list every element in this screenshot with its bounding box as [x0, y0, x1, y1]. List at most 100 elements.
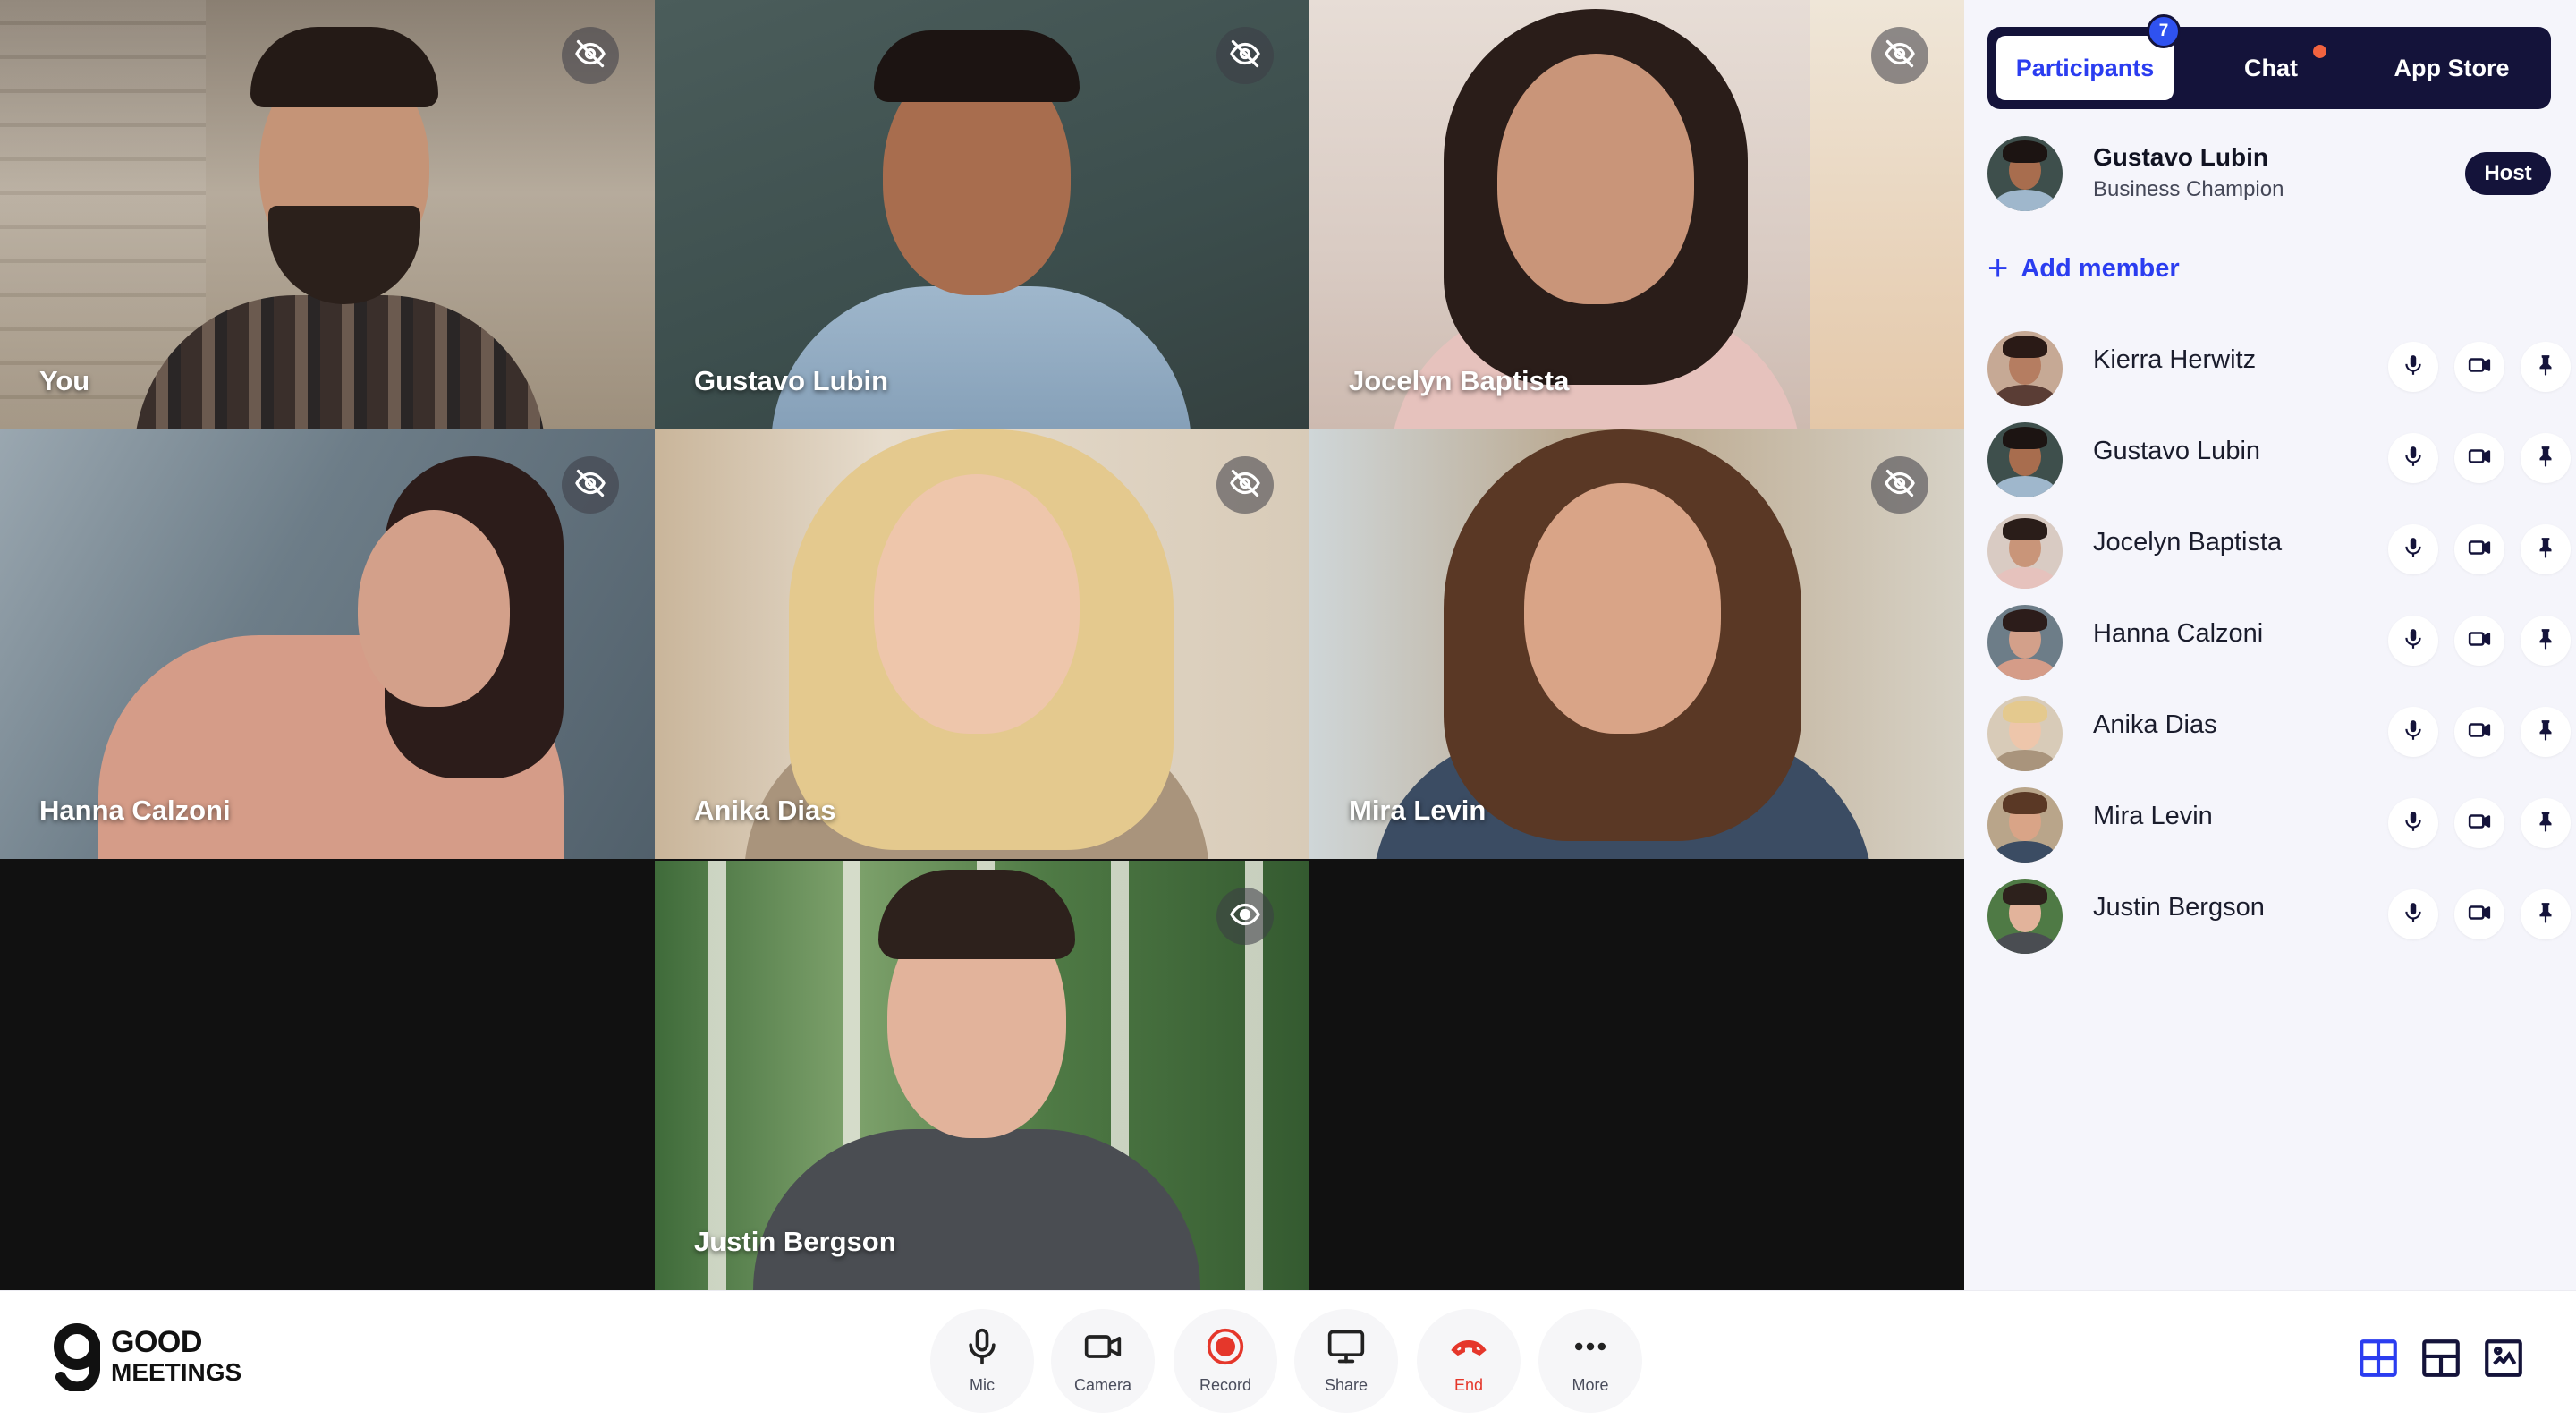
bottom-toolbar: GOOD MEETINGS Mic Camera Record Share En…: [0, 1290, 2576, 1428]
tab-label: App Store: [2394, 54, 2510, 81]
mic-icon: [2402, 445, 2425, 472]
participant-row[interactable]: Jocelyn Baptista: [1987, 505, 2571, 596]
participant-camera-button[interactable]: [2454, 616, 2504, 666]
fullscreen-layout-icon: [2481, 1336, 2526, 1385]
visibility-toggle-button[interactable]: [1871, 456, 1928, 514]
host-badge: Host: [2465, 152, 2551, 195]
mic-icon: [2402, 810, 2425, 837]
video-tile-justin-bergson[interactable]: Justin Bergson: [655, 861, 1309, 1290]
speaker-layout-button[interactable]: [2415, 1334, 2467, 1386]
camera-icon: [2468, 536, 2491, 564]
participant-row[interactable]: Kierra Herwitz: [1987, 322, 2571, 413]
avatar: [1987, 879, 2063, 954]
avatar: [1987, 787, 2063, 863]
camera-button[interactable]: Camera: [1051, 1309, 1155, 1413]
participant-mic-button[interactable]: [2388, 616, 2438, 666]
participant-pin-button[interactable]: [2521, 616, 2571, 666]
participant-mic-button[interactable]: [2388, 889, 2438, 939]
participant-pin-button[interactable]: [2521, 342, 2571, 392]
video-tile-hanna-calzoni[interactable]: Hanna Calzoni: [0, 429, 655, 859]
eye-icon: [1229, 898, 1261, 935]
avatar: [1987, 422, 2063, 497]
eye-off-icon: [574, 467, 606, 504]
host-name: Gustavo Lubin: [2093, 143, 2268, 171]
video-tile-jocelyn-baptista[interactable]: Jocelyn Baptista: [1309, 0, 1964, 429]
participant-row[interactable]: Anika Dias: [1987, 687, 2571, 778]
visibility-toggle-button[interactable]: [1871, 27, 1928, 84]
add-member-label: Add member: [2021, 253, 2180, 283]
participant-name: Hanna Calzoni: [2093, 619, 2264, 648]
tab-participants[interactable]: Participants: [1996, 36, 2174, 100]
participant-name: Gustavo Lubin: [2093, 437, 2261, 465]
participant-camera-button[interactable]: [2454, 707, 2504, 757]
end-call-button[interactable]: End: [1417, 1309, 1521, 1413]
add-member-button[interactable]: + Add member: [1987, 249, 2180, 288]
avatar: [1987, 514, 2063, 589]
logo-line-1: GOOD: [111, 1325, 202, 1359]
app-logo: GOOD MEETINGS: [52, 1323, 242, 1393]
participant-camera-button[interactable]: [2454, 342, 2504, 392]
participant-list: Kierra Herwitz Gustavo Lubin Jocelyn Bapti…: [1987, 322, 2571, 961]
video-tile-anika-dias[interactable]: Anika Dias: [655, 429, 1309, 859]
eye-off-icon: [1884, 467, 1916, 504]
participant-name: Jocelyn Baptista: [2093, 528, 2283, 557]
participant-row[interactable]: Mira Levin: [1987, 778, 2571, 870]
participant-pin-button[interactable]: [2521, 433, 2571, 483]
participant-mic-button[interactable]: [2388, 433, 2438, 483]
participant-row[interactable]: Hanna Calzoni: [1987, 596, 2571, 687]
participant-camera-button[interactable]: [2454, 798, 2504, 848]
participant-pin-button[interactable]: [2521, 798, 2571, 848]
participant-row[interactable]: Justin Bergson: [1987, 870, 2571, 961]
screen-share-icon: [1326, 1327, 1366, 1371]
tab-label: Participants: [2015, 54, 2155, 81]
tab-chat[interactable]: Chat: [2195, 36, 2347, 100]
mic-icon: [2402, 718, 2425, 746]
participant-camera-button[interactable]: [2454, 524, 2504, 574]
tab-app-store[interactable]: App Store: [2361, 36, 2542, 100]
participant-mic-button[interactable]: [2388, 524, 2438, 574]
video-tile-gustavo-lubin[interactable]: Gustavo Lubin: [655, 0, 1309, 429]
host-role: Business Champion: [2093, 177, 2284, 201]
panel-tabs: Participants 7 Chat App Store: [1987, 14, 2551, 109]
control-label: Camera: [1073, 1376, 1132, 1394]
logo-text: GOOD MEETINGS: [111, 1327, 242, 1388]
pin-icon: [2534, 536, 2557, 564]
participant-mic-button[interactable]: [2388, 798, 2438, 848]
participant-camera-button[interactable]: [2454, 433, 2504, 483]
record-button[interactable]: Record: [1174, 1309, 1277, 1413]
pin-icon: [2534, 627, 2557, 655]
visibility-toggle-button[interactable]: [1216, 27, 1274, 84]
tile-name-label: You: [39, 365, 90, 396]
visibility-toggle-button[interactable]: [562, 456, 619, 514]
pin-icon: [2534, 901, 2557, 929]
participant-pin-button[interactable]: [2521, 524, 2571, 574]
participant-row[interactable]: Gustavo Lubin: [1987, 413, 2571, 505]
participant-pin-button[interactable]: [2521, 889, 2571, 939]
participant-name: Anika Dias: [2093, 710, 2217, 739]
eye-off-icon: [1229, 467, 1261, 504]
mic-icon: [2402, 536, 2425, 564]
tile-name-label: Justin Bergson: [694, 1226, 896, 1257]
share-button[interactable]: Share: [1294, 1309, 1398, 1413]
more-button[interactable]: More: [1538, 1309, 1642, 1413]
tile-name-label: Jocelyn Baptista: [1349, 365, 1570, 396]
fullscreen-layout-button[interactable]: [2478, 1334, 2529, 1386]
avatar: [1987, 136, 2063, 211]
record-icon: [1206, 1327, 1245, 1371]
camera-icon: [2468, 353, 2491, 381]
visibility-toggle-button[interactable]: [562, 27, 619, 84]
participant-pin-button[interactable]: [2521, 707, 2571, 757]
participant-mic-button[interactable]: [2388, 342, 2438, 392]
eye-off-icon: [1229, 38, 1261, 74]
visibility-toggle-button[interactable]: [1216, 456, 1274, 514]
visibility-toggle-button[interactable]: [1216, 888, 1274, 945]
participant-mic-button[interactable]: [2388, 707, 2438, 757]
grid-layout-button[interactable]: [2352, 1334, 2404, 1386]
participant-camera-button[interactable]: [2454, 889, 2504, 939]
video-tile-you[interactable]: You: [0, 0, 655, 429]
avatar: [1987, 696, 2063, 771]
control-label: Share: [1324, 1376, 1368, 1394]
camera-icon: [1083, 1327, 1123, 1371]
video-tile-mira-levin[interactable]: Mira Levin: [1309, 429, 1964, 859]
mic-button[interactable]: Mic: [930, 1309, 1034, 1413]
